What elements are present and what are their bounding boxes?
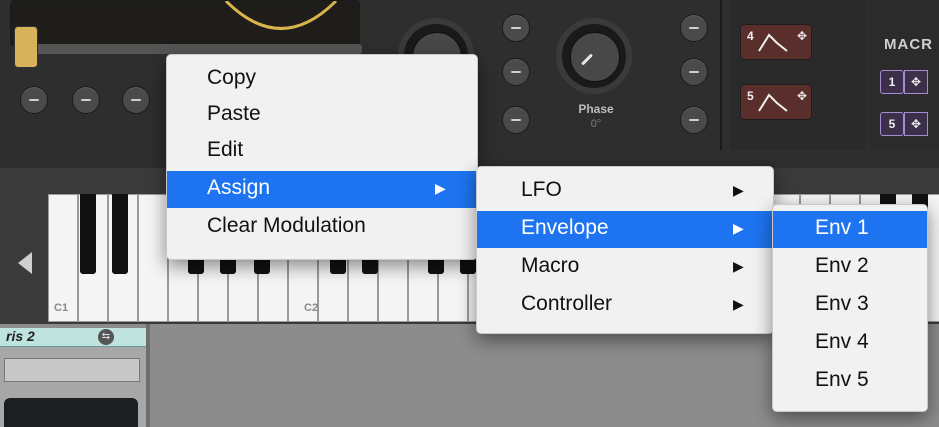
- menu-item-env-4[interactable]: Env 4: [773, 325, 927, 362]
- mod-button-9[interactable]: [680, 106, 708, 134]
- mod-button-4[interactable]: [502, 14, 530, 42]
- preset-input[interactable]: [4, 358, 140, 382]
- envelope-submenu: Env 1 Env 2 Env 3 Env 4 Env 5: [772, 204, 928, 412]
- menu-item-label: LFO: [521, 178, 562, 201]
- context-menu: Copy Paste Edit Assign ▶ Clear Modulatio…: [166, 54, 478, 260]
- menu-item-label: Env 5: [815, 368, 869, 391]
- drag-handle-icon[interactable]: ✥: [797, 89, 807, 103]
- submenu-arrow-icon: ▶: [733, 296, 744, 312]
- octave-down-icon[interactable]: [18, 252, 32, 274]
- preset-name: ris 2: [6, 328, 35, 344]
- phase-label: Phase: [578, 102, 614, 116]
- piano-key-black[interactable]: [80, 194, 96, 274]
- menu-item-label: Env 1: [815, 216, 869, 239]
- mod-button-3[interactable]: [122, 86, 150, 114]
- menu-item-label: Env 4: [815, 330, 869, 353]
- menu-item-copy[interactable]: Copy: [167, 61, 477, 98]
- mod-button-6[interactable]: [502, 106, 530, 134]
- env-number: 5: [747, 89, 754, 103]
- menu-item-lfo[interactable]: LFO ▶: [477, 173, 773, 210]
- menu-item-label: Envelope: [521, 216, 609, 239]
- macro-title: MACR: [884, 36, 933, 53]
- menu-item-label: Controller: [521, 292, 613, 315]
- mod-button-8[interactable]: [680, 58, 708, 86]
- menu-item-envelope[interactable]: Envelope ▶: [477, 211, 773, 248]
- env-source-5[interactable]: 5 ✥: [740, 84, 812, 120]
- drag-handle-icon[interactable]: ✥: [797, 29, 807, 43]
- macro-tag-5[interactable]: 5: [880, 112, 904, 136]
- menu-item-controller[interactable]: Controller ▶: [477, 287, 773, 324]
- piano-key-black[interactable]: [112, 194, 128, 274]
- submenu-arrow-icon: ▶: [733, 220, 744, 236]
- menu-item-edit[interactable]: Edit: [167, 133, 477, 170]
- menu-item-label: Paste: [207, 102, 261, 125]
- env-source-4[interactable]: 4 ✥: [740, 24, 812, 60]
- waveform-display: [10, 0, 360, 46]
- key-label-c2: C2: [304, 302, 319, 314]
- slider-track[interactable]: [14, 44, 362, 54]
- key-label-c1: C1: [54, 302, 69, 314]
- menu-item-clear-modulation[interactable]: Clear Modulation: [167, 209, 477, 246]
- menu-item-label: Env 3: [815, 292, 869, 315]
- menu-item-label: Assign: [207, 176, 271, 199]
- slider-handle[interactable]: [14, 26, 38, 68]
- env-shape-icon: [758, 93, 788, 112]
- preset-display: [4, 398, 138, 427]
- env-shape-icon: [758, 33, 788, 52]
- phase-value: 0°: [590, 118, 602, 130]
- phase-knob[interactable]: [556, 18, 632, 94]
- menu-item-env-1[interactable]: Env 1: [773, 211, 927, 248]
- submenu-arrow-icon: ▶: [733, 182, 744, 198]
- menu-item-env-5[interactable]: Env 5: [773, 363, 927, 400]
- assign-submenu: LFO ▶ Envelope ▶ Macro ▶ Controller ▶: [476, 166, 774, 334]
- phase-knob-cap: [570, 32, 620, 82]
- mod-button-7[interactable]: [680, 14, 708, 42]
- waveform-curve: [224, 1, 338, 30]
- env-section: [730, 0, 866, 150]
- macro-tag-1[interactable]: 1: [880, 70, 904, 94]
- section-divider: [720, 0, 722, 150]
- menu-item-env-2[interactable]: Env 2: [773, 249, 927, 286]
- mod-button-2[interactable]: [72, 86, 100, 114]
- drag-handle-icon[interactable]: ✥: [904, 112, 928, 136]
- submenu-arrow-icon: ▶: [435, 180, 446, 196]
- drag-handle-icon[interactable]: ✥: [904, 70, 928, 94]
- menu-item-label: Clear Modulation: [207, 214, 366, 237]
- menu-item-paste[interactable]: Paste: [167, 97, 477, 134]
- env-number: 4: [747, 29, 754, 43]
- menu-item-env-3[interactable]: Env 3: [773, 287, 927, 324]
- mod-button-1[interactable]: [20, 86, 48, 114]
- preset-menu-icon[interactable]: ⇆: [98, 329, 114, 345]
- piano-key-white[interactable]: [138, 194, 168, 322]
- menu-item-label: Copy: [207, 66, 257, 89]
- menu-item-label: Macro: [521, 254, 580, 277]
- mod-button-5[interactable]: [502, 58, 530, 86]
- menu-item-macro[interactable]: Macro ▶: [477, 249, 773, 286]
- menu-item-assign[interactable]: Assign ▶: [167, 171, 477, 208]
- submenu-arrow-icon: ▶: [733, 258, 744, 274]
- panel-divider: [146, 324, 150, 427]
- menu-item-label: Edit: [207, 138, 244, 161]
- menu-item-label: Env 2: [815, 254, 869, 277]
